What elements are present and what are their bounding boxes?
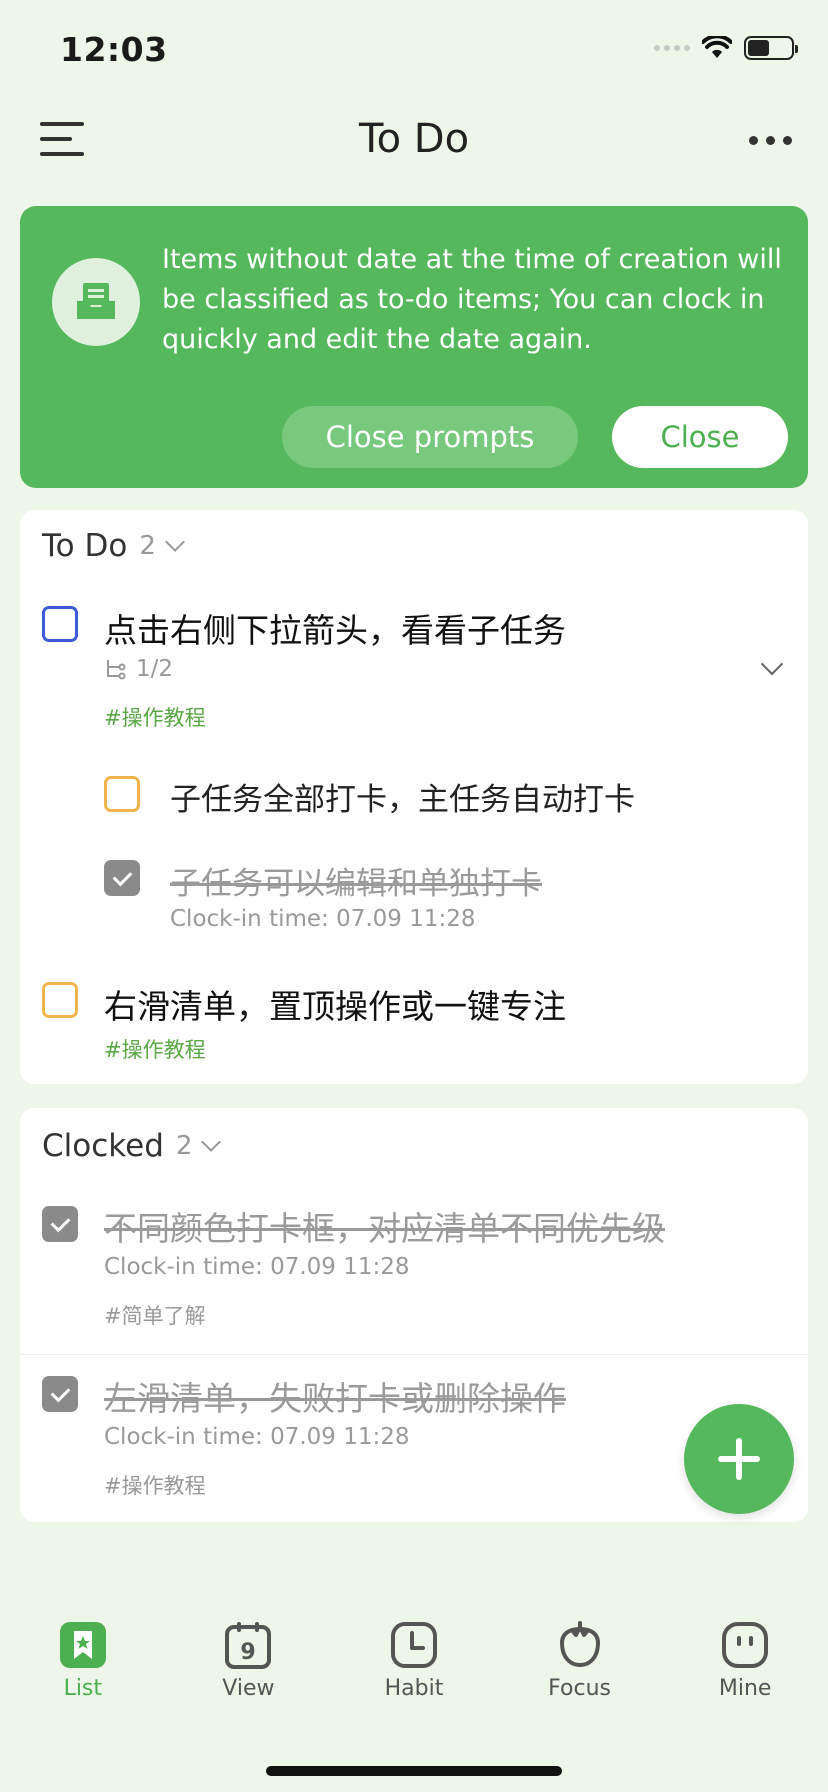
subtask-title[interactable]: 子任务可以编辑和单独打卡 — [170, 858, 542, 903]
task-title[interactable]: 右滑清单，置顶操作或一键专注 — [104, 980, 566, 1028]
subtask-progress-text: 1/2 — [136, 656, 174, 682]
chevron-down-icon — [201, 1132, 222, 1152]
inbox-tray-icon — [52, 258, 140, 346]
expand-subtasks-chevron-icon[interactable] — [760, 652, 784, 676]
subtask-tree-icon — [107, 660, 126, 680]
task-tag[interactable]: #操作教程 — [104, 1470, 206, 1500]
section-count: 2 — [139, 531, 156, 561]
todo-section: To Do 2 点击右侧下拉箭头，看看子任务 1/2 #操作教程 子任务全部打卡… — [20, 510, 808, 1084]
nav-item-mine[interactable]: Mine — [662, 1620, 828, 1720]
battery-icon — [744, 36, 798, 60]
subtask-checkbox[interactable] — [104, 776, 140, 812]
clock-in-time: Clock-in time: 07.09 11:28 — [104, 1254, 410, 1280]
page-title: To Do — [358, 116, 470, 162]
plus-icon — [718, 1438, 760, 1480]
close-prompts-button[interactable]: Close prompts — [282, 406, 578, 468]
section-count: 2 — [175, 1131, 193, 1161]
bottom-nav: List 9 View Habit Focus Mine — [0, 1620, 828, 1720]
add-task-button[interactable] — [684, 1404, 794, 1514]
task-tag[interactable]: #操作教程 — [104, 702, 206, 732]
section-title: Clocked — [42, 1128, 164, 1164]
face-icon — [720, 1620, 770, 1670]
clock-in-time: Clock-in time: 07.09 11:28 — [170, 906, 476, 932]
task-tag[interactable]: #简单了解 — [104, 1300, 206, 1330]
task-checkbox[interactable] — [42, 982, 78, 1018]
wifi-icon — [702, 36, 732, 58]
list-bookmark-icon — [58, 1620, 108, 1670]
status-time: 12:03 — [60, 30, 168, 69]
divider — [20, 1354, 808, 1355]
tip-banner: Items without date at the time of creati… — [20, 206, 808, 488]
nav-label: View — [222, 1676, 275, 1701]
nav-label: Habit — [384, 1676, 444, 1701]
svg-text:9: 9 — [241, 1640, 256, 1665]
nav-label: Focus — [548, 1676, 611, 1701]
subtask-title[interactable]: 子任务全部打卡，主任务自动打卡 — [170, 774, 635, 819]
nav-label: List — [63, 1676, 103, 1701]
banner-message: Items without date at the time of creati… — [162, 244, 782, 355]
todo-section-header[interactable]: To Do 2 — [42, 528, 185, 564]
task-checkbox-checked[interactable] — [42, 1376, 78, 1412]
task-checkbox-checked[interactable] — [42, 1206, 78, 1242]
clock-in-time: Clock-in time: 07.09 11:28 — [104, 1424, 410, 1450]
task-title[interactable]: 左滑清单，失败打卡或删除操作 — [104, 1372, 566, 1420]
home-indicator[interactable] — [266, 1766, 562, 1776]
task-checkbox[interactable] — [42, 606, 78, 642]
close-button[interactable]: Close — [612, 406, 788, 468]
section-title: To Do — [42, 528, 128, 564]
nav-label: Mine — [718, 1676, 772, 1701]
calendar-icon: 9 — [223, 1620, 273, 1670]
more-options-icon[interactable] — [749, 136, 792, 145]
nav-item-focus[interactable]: Focus — [497, 1620, 663, 1720]
nav-item-habit[interactable]: Habit — [331, 1620, 497, 1720]
subtask-progress: 1/2 — [104, 656, 173, 682]
clocked-section-header[interactable]: Clocked 2 — [42, 1128, 222, 1164]
nav-item-view[interactable]: 9 View — [166, 1620, 332, 1720]
status-bar: 12:03 — [0, 0, 828, 100]
status-icons — [654, 36, 798, 60]
tomato-icon — [555, 1620, 605, 1670]
clock-icon — [389, 1620, 439, 1670]
chevron-down-icon — [164, 532, 185, 552]
task-title[interactable]: 不同颜色打卡框，对应清单不同优先级 — [104, 1202, 665, 1250]
cellular-signal-icon — [654, 45, 690, 51]
subtask-checkbox-checked[interactable] — [104, 860, 140, 896]
app-header: To Do — [0, 100, 828, 180]
task-title[interactable]: 点击右侧下拉箭头，看看子任务 — [104, 604, 566, 652]
nav-item-list[interactable]: List — [0, 1620, 166, 1720]
task-tag[interactable]: #操作教程 — [104, 1034, 206, 1064]
